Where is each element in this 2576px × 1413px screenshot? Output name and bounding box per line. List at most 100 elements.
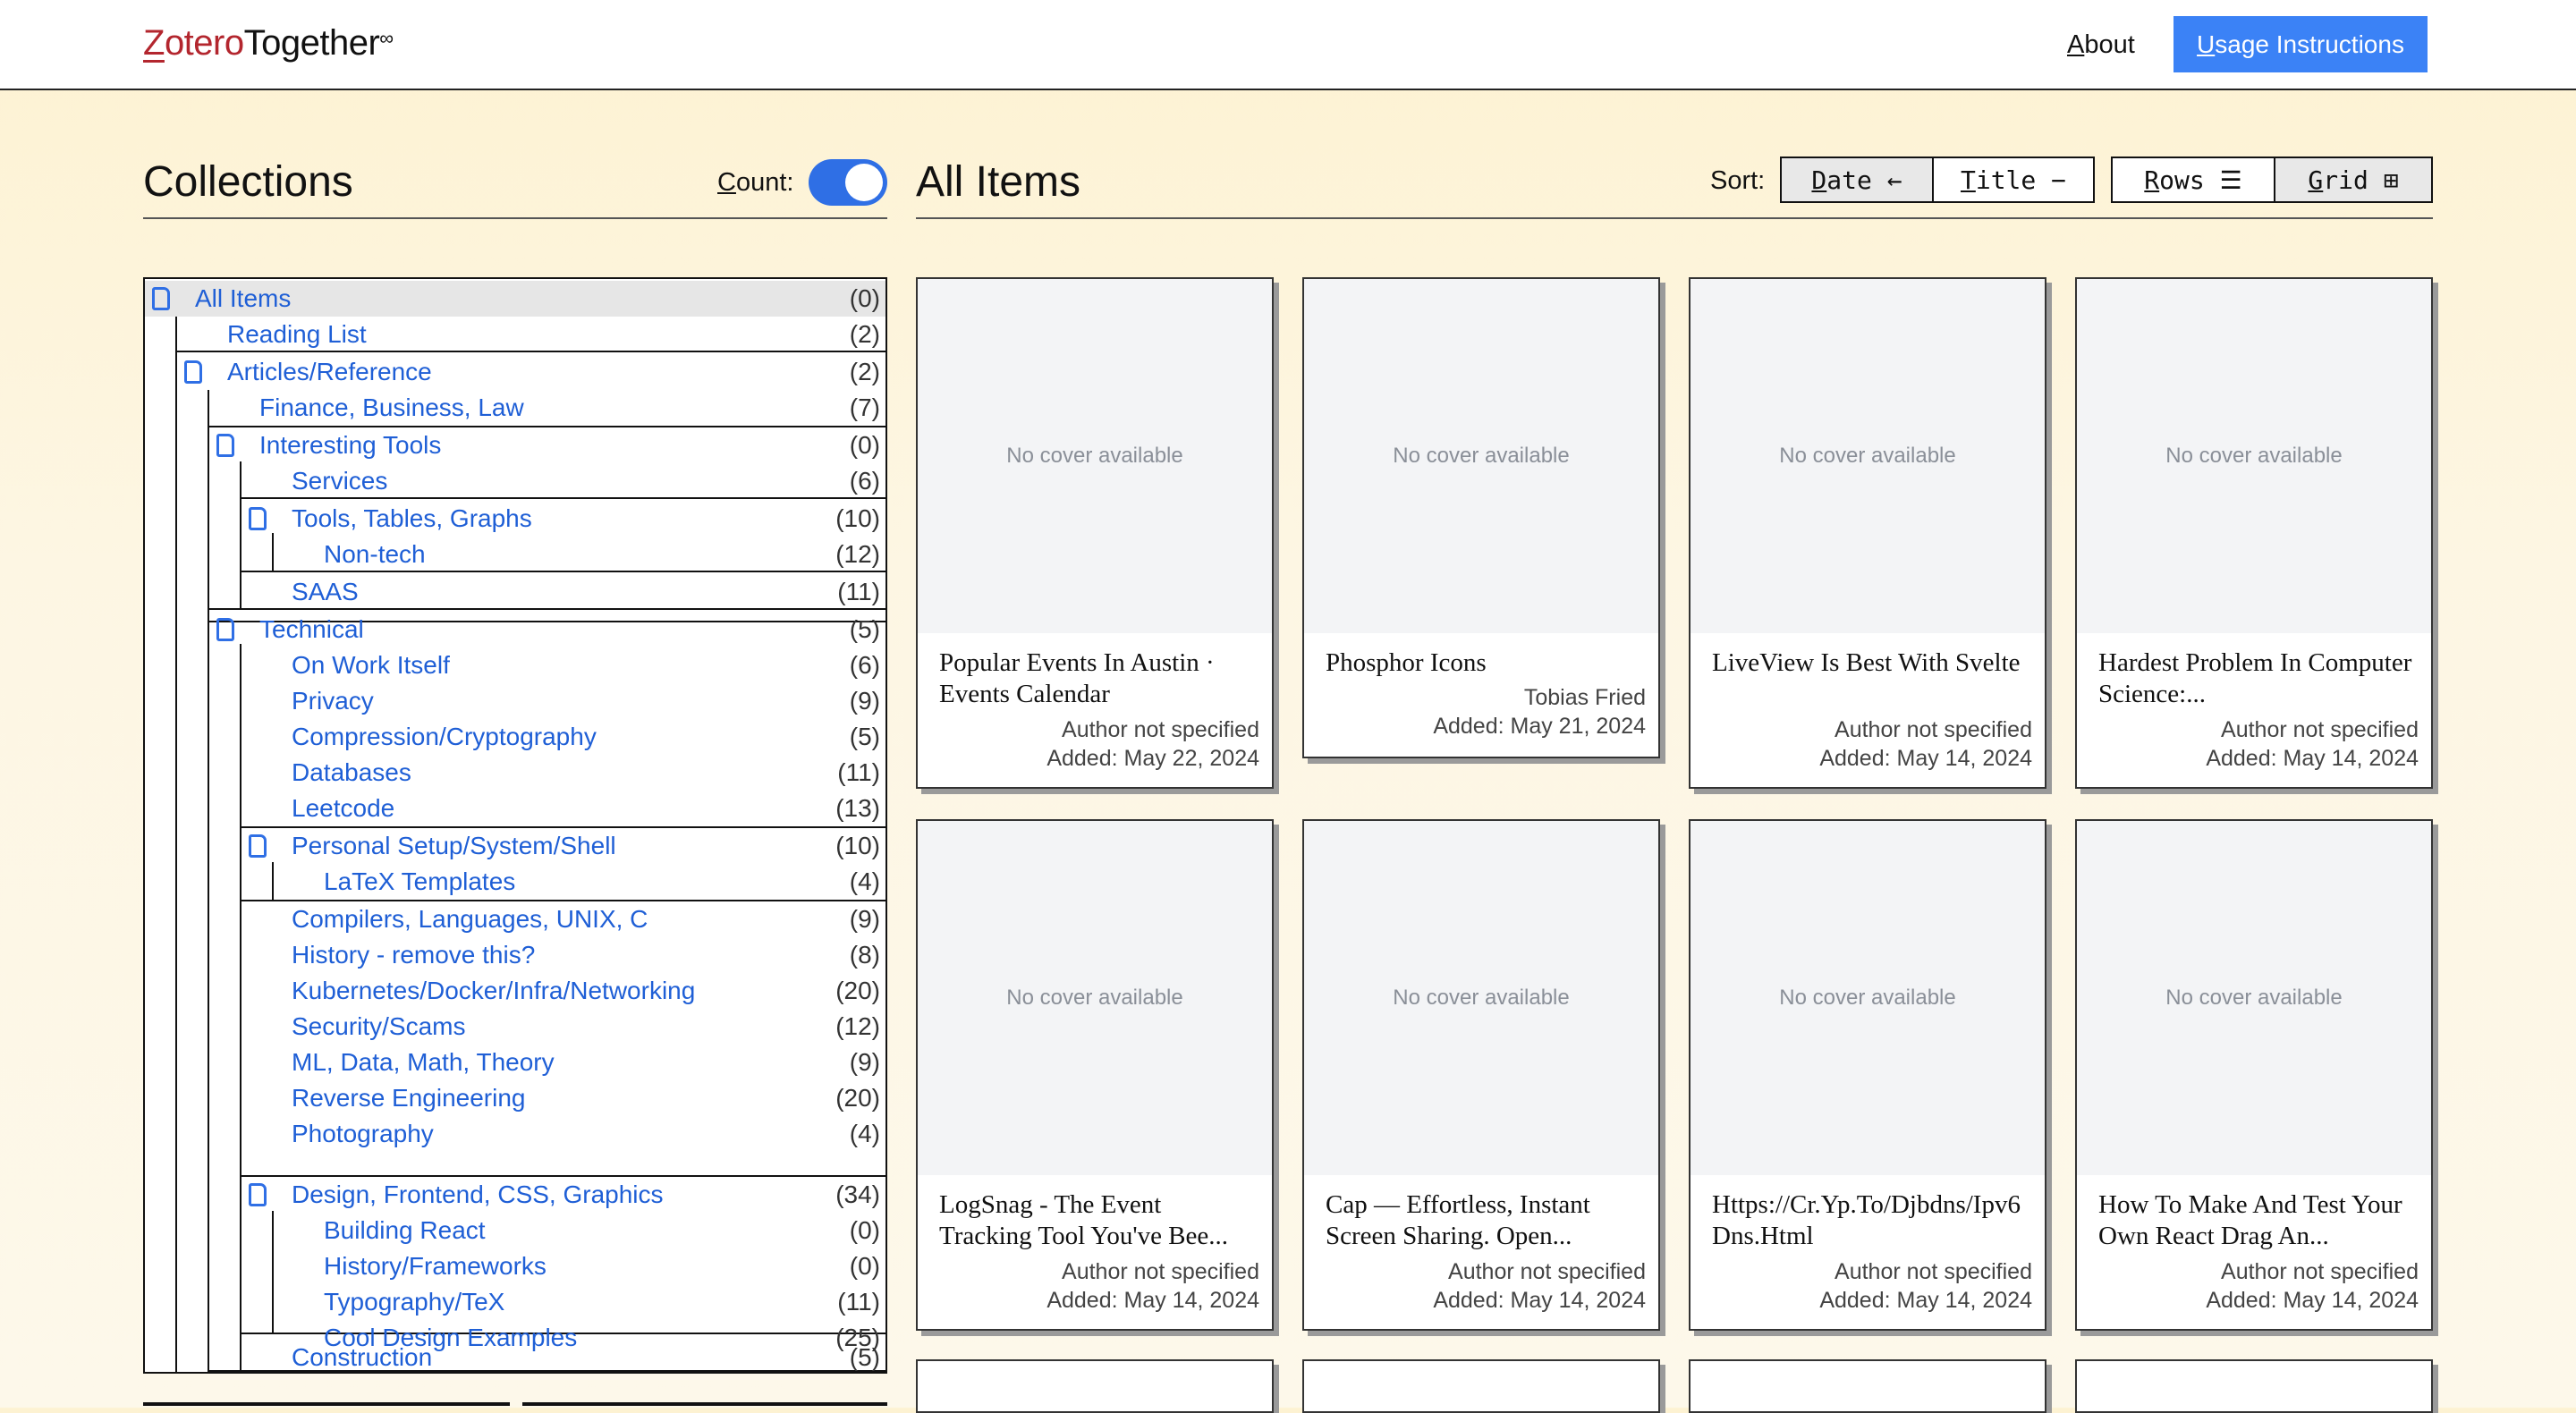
collection-databases[interactable]: Databases (11) — [242, 755, 886, 791]
collection-security-scams[interactable]: Security/Scams (12) — [242, 1009, 886, 1045]
collection-non-tech[interactable]: Non-tech (12) — [274, 537, 886, 572]
folder-icon — [249, 1183, 267, 1206]
collection-compression-cryptography[interactable]: Compression/Cryptography (5) — [242, 719, 886, 755]
collection-typography-tex[interactable]: Typography/TeX (11) — [274, 1284, 886, 1320]
collections-tree: All Items (0) Reading List (2) Articles/… — [143, 277, 887, 1374]
item-card[interactable]: No cover available LogSnag - The Event T… — [916, 819, 1274, 1331]
collection-on-work-itself[interactable]: On Work Itself (6) — [242, 647, 886, 683]
collection-articles-reference[interactable]: Articles/Reference (2) — [177, 354, 886, 390]
collection-building-react[interactable]: Building React (0) — [274, 1213, 886, 1248]
count-toggle[interactable] — [809, 159, 887, 206]
item-card-partial[interactable] — [2075, 1359, 2433, 1413]
collection-count: (4) — [849, 867, 880, 895]
collection-construction[interactable]: Construction (5) — [242, 1340, 886, 1375]
item-card[interactable]: No cover available LiveView Is Best With… — [1689, 277, 2046, 789]
collection-label: Construction — [292, 1343, 433, 1371]
cover-placeholder: No cover available — [918, 279, 1272, 633]
collections-divider — [143, 217, 887, 219]
item-card-partial[interactable] — [1302, 1359, 1660, 1413]
sort-date-button[interactable]: Date ← — [1782, 158, 1932, 201]
about-link[interactable]: About — [2067, 30, 2135, 60]
collection-personal-setup[interactable]: Personal Setup/System/Shell (10) — [242, 828, 886, 864]
item-card[interactable]: No cover available Popular Events In Aus… — [916, 277, 1274, 789]
collection-count: (9) — [849, 687, 880, 715]
about-link-label: bout — [2084, 30, 2135, 59]
collection-ml-data[interactable]: ML, Data, Math, Theory (9) — [242, 1045, 886, 1080]
collections-title: Collections — [143, 158, 353, 206]
collection-history-remove[interactable]: History - remove this? (8) — [242, 937, 886, 973]
collection-tools-tables-graphs[interactable]: Tools, Tables, Graphs (10) — [242, 501, 886, 537]
collection-technical[interactable]: Technical (5) — [209, 612, 886, 647]
collection-leetcode[interactable]: Leetcode (13) — [242, 791, 886, 826]
collection-label: Services — [292, 467, 388, 495]
item-title: LiveView Is Best With Svelte — [1712, 648, 2021, 677]
sort-title-accesskey: T — [1960, 165, 1976, 195]
view-grid-label: rid ⊞ — [2323, 165, 2399, 195]
collection-kubernetes[interactable]: Kubernetes/Docker/Infra/Networking (20) — [242, 973, 886, 1009]
collection-count: (6) — [849, 651, 880, 679]
collection-label: Databases — [292, 758, 411, 786]
collection-count: (11) — [837, 1288, 880, 1316]
item-title: Hardest Problem In Computer Science:... — [2098, 648, 2412, 708]
tree-guide-line — [208, 390, 209, 1374]
sort-title-button[interactable]: Title − — [1932, 158, 2093, 201]
item-added-date: Added: May 22, 2024 — [1046, 746, 1259, 771]
collection-finance-business-law[interactable]: Finance, Business, Law (7) — [209, 390, 886, 426]
usage-instructions-button[interactable]: Usage Instructions — [2174, 16, 2428, 72]
item-card-partial[interactable] — [916, 1359, 1274, 1413]
collection-interesting-tools[interactable]: Interesting Tools (0) — [209, 427, 886, 463]
collection-label: Finance, Business, Law — [259, 393, 524, 421]
collection-label: Technical — [259, 615, 364, 643]
collection-count: (20) — [835, 977, 880, 1004]
collection-label: Personal Setup/System/Shell — [292, 832, 616, 859]
item-card[interactable]: No cover available How To Make And Test … — [2075, 819, 2433, 1331]
item-card[interactable]: No cover available Cap — Effortless, Ins… — [1302, 819, 1660, 1331]
collection-design-frontend[interactable]: Design, Frontend, CSS, Graphics (34) — [242, 1177, 886, 1213]
collection-count: (5) — [849, 1343, 880, 1371]
item-card[interactable]: No cover available Https://Cr.Yp.To/Djbd… — [1689, 819, 2046, 1331]
collection-privacy[interactable]: Privacy (9) — [242, 683, 886, 719]
view-grid-accesskey: G — [2308, 165, 2324, 195]
collection-label: Typography/TeX — [324, 1288, 505, 1316]
collection-all-items[interactable]: All Items (0) — [145, 281, 886, 317]
collection-count: (13) — [835, 794, 880, 822]
collection-saas[interactable]: SAAS (11) — [242, 574, 886, 610]
view-rows-button[interactable]: Rows ☰ — [2113, 158, 2274, 201]
collection-label: Tools, Tables, Graphs — [292, 504, 532, 532]
collection-count: (6) — [849, 467, 880, 495]
items-divider — [916, 217, 2433, 219]
item-card[interactable]: No cover available Phosphor Icons Tobias… — [1302, 277, 1660, 758]
cover-placeholder: No cover available — [1304, 279, 1658, 633]
collections-footer-buttons — [143, 1402, 887, 1408]
cover-placeholder: No cover available — [1690, 821, 2045, 1175]
collection-photography[interactable]: Photography (4) — [242, 1116, 886, 1152]
item-title: Phosphor Icons — [1326, 648, 1487, 677]
collection-label: Reverse Engineering — [292, 1084, 526, 1112]
collection-latex-templates[interactable]: LaTeX Templates (4) — [274, 864, 886, 900]
sort-label: Sort: — [1710, 166, 1766, 195]
view-grid-button[interactable]: Grid ⊞ — [2274, 158, 2431, 201]
collection-label: Interesting Tools — [259, 431, 442, 459]
item-card[interactable]: No cover available Hardest Problem In Co… — [2075, 277, 2433, 789]
collection-count: (0) — [849, 284, 880, 312]
item-card-partial[interactable] — [1689, 1359, 2046, 1413]
collection-label: History - remove this? — [292, 941, 536, 969]
logo-z: Z — [143, 23, 165, 63]
collection-label: Photography — [292, 1120, 434, 1147]
item-title: Https://Cr.Yp.To/Djbdns/Ipv6 Dns.Html — [1712, 1190, 2021, 1250]
collection-reading-list[interactable]: Reading List (2) — [177, 317, 886, 352]
collection-compilers[interactable]: Compilers, Languages, UNIX, C (9) — [242, 901, 886, 937]
collection-count: (20) — [835, 1084, 880, 1112]
collection-reverse-engineering[interactable]: Reverse Engineering (20) — [242, 1080, 886, 1116]
items-title: All Items — [916, 158, 1081, 206]
footer-button-right[interactable] — [522, 1402, 887, 1406]
usage-label: sage Instructions — [2215, 30, 2404, 58]
item-title: Cap — Effortless, Instant Screen Sharing… — [1326, 1190, 1590, 1250]
footer-button-left[interactable] — [143, 1402, 510, 1406]
collection-label: Reading List — [227, 320, 367, 348]
collection-services[interactable]: Services (6) — [242, 463, 886, 499]
collection-label: Design, Frontend, CSS, Graphics — [292, 1180, 664, 1208]
collection-history-frameworks[interactable]: History/Frameworks (0) — [274, 1248, 886, 1284]
app-logo[interactable]: ZoteroTogether∞ — [143, 23, 394, 63]
collection-label: Compression/Cryptography — [292, 723, 597, 750]
